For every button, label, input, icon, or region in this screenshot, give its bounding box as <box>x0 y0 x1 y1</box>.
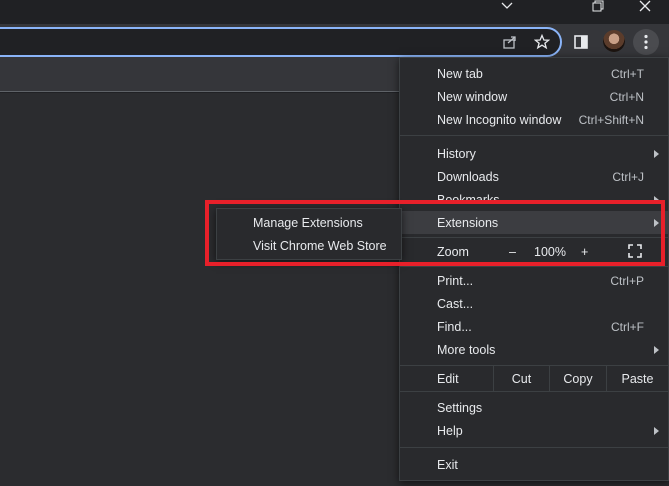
address-bar[interactable] <box>0 27 562 57</box>
menu-item-exit[interactable]: Exit <box>400 453 668 476</box>
menu-item-new-incognito-window[interactable]: New Incognito window Ctrl+Shift+N <box>400 108 668 131</box>
menu-separator <box>400 135 668 136</box>
avatar[interactable] <box>603 30 625 52</box>
chrome-menu: New tab Ctrl+T New window Ctrl+N New Inc… <box>399 57 669 481</box>
menu-item-print[interactable]: Print... Ctrl+P <box>400 269 668 292</box>
menu-item-new-tab[interactable]: New tab Ctrl+T <box>400 62 668 85</box>
highlight-box <box>205 200 665 266</box>
menu-item-cast[interactable]: Cast... <box>400 292 668 315</box>
paste-button[interactable]: Paste <box>606 366 668 391</box>
chevron-right-icon <box>654 345 659 354</box>
toolbar <box>0 24 669 60</box>
chevron-down-icon[interactable] <box>489 0 525 12</box>
menu-item-new-window[interactable]: New window Ctrl+N <box>400 85 668 108</box>
share-icon[interactable] <box>496 28 524 56</box>
cut-button[interactable]: Cut <box>493 366 549 391</box>
edit-row: Edit Cut Copy Paste <box>400 366 668 391</box>
chevron-right-icon <box>654 426 659 435</box>
chevron-right-icon <box>654 149 659 158</box>
copy-button[interactable]: Copy <box>549 366 606 391</box>
menu-separator <box>400 447 668 448</box>
edit-label: Edit <box>437 372 459 386</box>
menu-item-more-tools[interactable]: More tools <box>400 338 668 361</box>
menu-separator <box>400 391 668 392</box>
menu-item-downloads[interactable]: Downloads Ctrl+J <box>400 165 668 188</box>
kebab-menu-icon[interactable] <box>633 29 659 55</box>
star-icon[interactable] <box>528 28 556 56</box>
menu-item-find[interactable]: Find... Ctrl+F <box>400 315 668 338</box>
menu-item-history[interactable]: History <box>400 142 668 165</box>
menu-separator <box>400 266 668 267</box>
menu-item-settings[interactable]: Settings <box>400 396 668 419</box>
title-bar <box>0 0 669 24</box>
close-icon[interactable] <box>627 0 663 12</box>
restore-icon[interactable] <box>580 0 616 12</box>
menu-item-help[interactable]: Help <box>400 419 668 442</box>
side-panel-icon[interactable] <box>567 28 595 56</box>
